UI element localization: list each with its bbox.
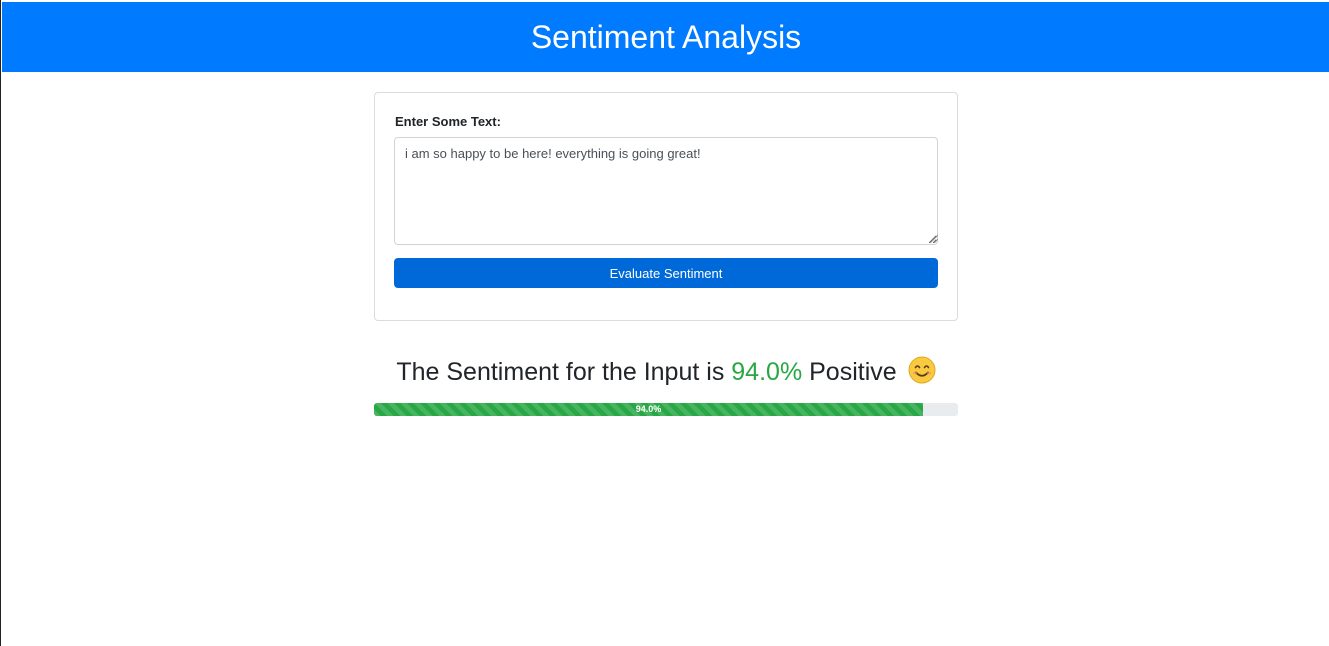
result-percent: 94.0%: [731, 358, 803, 386]
progress-label: 94.0%: [635, 404, 662, 414]
page-title: Sentiment Analysis: [530, 18, 802, 55]
sentiment-result: The Sentiment for the Input is 94.0% Pos…: [374, 356, 958, 394]
result-polarity: Positive: [809, 358, 897, 386]
progress-bar-fill: 94.0%: [374, 403, 923, 416]
evaluate-sentiment-button[interactable]: Evaluate Sentiment: [394, 258, 938, 288]
sentiment-progress: 94.0%: [374, 403, 958, 416]
input-card: Enter Some Text: Evaluate Sentiment: [374, 92, 958, 321]
page-frame: Sentiment Analysis Enter Some Text: Eval…: [0, 0, 1329, 646]
smiling-face-icon: [908, 356, 936, 384]
text-input[interactable]: [394, 137, 938, 245]
text-input-label: Enter Some Text:: [395, 114, 501, 129]
app-header: Sentiment Analysis: [2, 2, 1329, 72]
result-prefix: The Sentiment for the Input is: [396, 358, 725, 386]
